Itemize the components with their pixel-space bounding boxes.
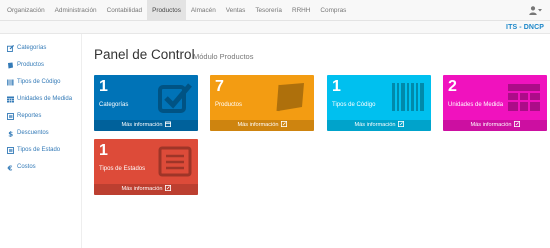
more-info-label: Más información: [470, 122, 512, 128]
list-icon: [7, 112, 14, 120]
barcode-icon: [7, 79, 14, 86]
user-menu-button[interactable]: [529, 4, 542, 17]
page-title: Panel de Control: [94, 47, 195, 62]
external-link-icon: [280, 121, 287, 131]
tile-count: 1: [332, 78, 341, 95]
tile-label: Tipos de Código: [332, 102, 376, 108]
calendar-icon: [164, 121, 171, 131]
book-icon: [7, 62, 14, 69]
sidebar-item-label: Unidades de Medida: [17, 96, 73, 102]
more-info-link[interactable]: Más información: [94, 120, 198, 131]
menu-item-productos[interactable]: Productos: [147, 0, 186, 21]
sidebar-item-tipos-de-estado[interactable]: Tipos de Estado: [7, 144, 60, 156]
tile-count: 1: [99, 142, 108, 159]
sidebar-item-label: Descuentos: [17, 130, 49, 136]
euro-icon: €: [7, 164, 14, 171]
sidebar-item-tipos-de-codigo[interactable]: Tipos de Código: [7, 76, 60, 88]
menu-item-organizacion[interactable]: Organización: [0, 0, 50, 21]
tile-label: Unidades de Medida: [448, 102, 504, 108]
svg-text:$: $: [8, 130, 13, 137]
sidebar-item-categorias[interactable]: Categorías: [7, 42, 46, 54]
more-info-link[interactable]: Más información: [443, 120, 547, 131]
top-navbar: Organización Administración Contabilidad…: [0, 0, 550, 21]
more-info-label: Más información: [121, 122, 163, 128]
tile-label: Productos: [215, 102, 243, 108]
external-link-icon: [397, 121, 404, 131]
tile-categorias: 1 Categorías Más información: [94, 75, 198, 131]
tile-label: Categorías: [99, 102, 129, 108]
table-icon: [507, 81, 541, 118]
book-icon: [274, 81, 308, 118]
external-link-icon: [513, 121, 520, 131]
svg-text:€: €: [7, 164, 13, 171]
tile-unidades-de-medida: 2 Unidades de Medida Más información: [443, 75, 547, 131]
brand-bar: ITS - DNCP: [0, 21, 550, 34]
edit-icon: [7, 44, 14, 52]
tile-label: Tipos de Estados: [99, 166, 146, 172]
menu-item-almacen[interactable]: Almacén: [186, 0, 221, 21]
menu-item-tesoreria[interactable]: Tesorería: [250, 0, 287, 21]
sidebar-item-label: Costos: [17, 164, 36, 170]
sidebar-item-label: Tipos de Estado: [17, 147, 61, 153]
brand-label[interactable]: ITS - DNCP: [506, 22, 544, 33]
more-info-link[interactable]: Más información: [210, 120, 314, 131]
list-alt-icon: [158, 145, 192, 182]
page-subtitle: Módulo Productos: [193, 52, 254, 61]
sidebar-item-unidades-de-medida[interactable]: Unidades de Medida: [7, 93, 72, 105]
list-icon: [7, 146, 14, 154]
menu-item-rrhh[interactable]: RRHH: [287, 0, 315, 21]
menu-item-contabilidad[interactable]: Contabilidad: [102, 0, 148, 21]
sidebar-item-productos[interactable]: Productos: [7, 59, 44, 71]
user-icon: [529, 6, 537, 15]
sidebar-item-label: Tipos de Código: [17, 79, 61, 85]
sidebar-item-reportes[interactable]: Reportes: [7, 110, 41, 122]
sidebar-item-label: Productos: [17, 62, 45, 68]
external-link-icon: [164, 185, 171, 195]
menu-item-administracion[interactable]: Administración: [50, 0, 102, 21]
tile-tipos-de-estados: 1 Tipos de Estados Más información: [94, 139, 198, 195]
barcode-icon: [391, 81, 425, 118]
tile-count: 2: [448, 78, 457, 95]
more-info-label: Más información: [121, 186, 163, 192]
menu-item-ventas[interactable]: Ventas: [221, 0, 251, 21]
more-info-label: Más información: [237, 122, 279, 128]
table-icon: [7, 96, 14, 103]
tile-count: 7: [215, 78, 224, 95]
check-square-icon: [158, 81, 192, 118]
sidebar-item-label: Reportes: [17, 113, 42, 119]
main-menu: Organización Administración Contabilidad…: [0, 0, 351, 21]
tile-tipos-de-codigo: 1 Tipos de Código Más información: [327, 75, 431, 131]
sidebar-item-descuentos[interactable]: $ Descuentos: [7, 127, 49, 139]
more-info-link[interactable]: Más información: [327, 120, 431, 131]
menu-item-compras[interactable]: Compras: [315, 0, 351, 21]
sidebar: Categorías Productos Tipos de Código Uni…: [0, 34, 82, 248]
dollar-icon: $: [7, 130, 14, 137]
tile-count: 1: [99, 78, 108, 95]
sidebar-item-costos[interactable]: € Costos: [7, 161, 36, 173]
more-info-label: Más información: [354, 122, 396, 128]
more-info-link[interactable]: Más información: [94, 184, 198, 195]
tile-productos: 7 Productos Más información: [210, 75, 314, 131]
caret-down-icon: [538, 9, 542, 12]
sidebar-item-label: Categorías: [17, 45, 47, 51]
